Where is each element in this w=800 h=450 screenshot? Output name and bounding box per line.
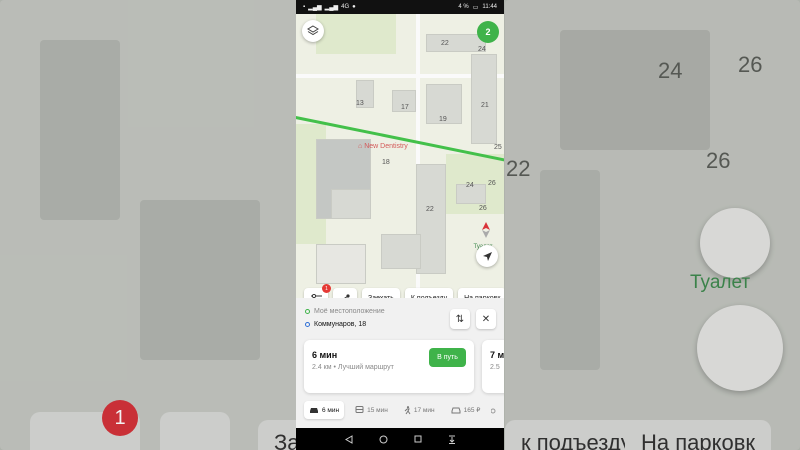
mode-car[interactable]: 6 мин (304, 401, 345, 419)
mode-bike[interactable] (491, 401, 499, 419)
car-icon (310, 407, 318, 413)
house-number: 13 (356, 100, 364, 107)
phone-screen: ▪ ▂▄▆ ▂▄▆ 4G ● 4 % ▭ 11:44 22 24 13 17 1… (296, 0, 504, 450)
notification-icon: ▪ (303, 4, 306, 10)
stop-chip[interactable]: Заехать (362, 288, 400, 298)
locate-button[interactable] (476, 245, 498, 267)
recents-icon[interactable] (414, 435, 422, 443)
route-panel: Моё местоположение Коммунаров, 18 ⇅ ✕ 6 … (296, 298, 504, 428)
status-bar: ▪ ▂▄▆ ▂▄▆ 4G ● 4 % ▭ 11:44 (296, 0, 504, 14)
house-number: 26 (488, 180, 496, 187)
from-label: Моё местоположение (314, 308, 385, 315)
notification-pull-icon[interactable] (448, 435, 456, 444)
house-number: 26 (479, 205, 487, 212)
swap-button[interactable]: ⇅ (450, 309, 470, 329)
bus-icon (355, 406, 364, 413)
origin-dot-icon (305, 309, 310, 314)
route-options-chips: 1 Заехать К подъезду На парковк (304, 284, 504, 298)
back-icon[interactable] (344, 434, 353, 444)
close-button[interactable]: ✕ (476, 309, 496, 329)
android-navbar (296, 428, 504, 450)
route-time: 6 мин (312, 350, 338, 360)
location-icon: ● (352, 4, 356, 10)
mode-walk[interactable]: 17 мин (399, 401, 440, 419)
signal-icon: ▂▄▆ (308, 4, 322, 11)
parking-chip[interactable]: На парковк (458, 288, 504, 298)
entrance-chip[interactable]: К подъезду (404, 288, 454, 298)
layers-icon (307, 25, 319, 36)
close-icon: ✕ (481, 313, 491, 325)
route-subtitle-alt: 2.5 (490, 364, 500, 371)
filter-badge: 1 (322, 284, 331, 293)
mode-bus[interactable]: 15 мин (350, 401, 393, 419)
destination-dot-icon (305, 322, 310, 327)
house-number: 22 (426, 206, 434, 213)
mode-taxi[interactable]: 165 ₽ (446, 401, 486, 419)
bike-icon (491, 408, 496, 414)
battery-icon: ▭ (472, 4, 479, 11)
notification-badge[interactable]: 2 (477, 21, 499, 43)
route-time-alt: 7 м (490, 350, 504, 360)
house-number: 24 (466, 182, 474, 189)
route-subtitle: 2.4 км • Лучший маршрут (312, 364, 394, 371)
go-button[interactable]: В путь (429, 348, 466, 367)
to-label: Коммунаров, 18 (314, 321, 367, 328)
house-number: 19 (439, 116, 447, 123)
swap-icon: ⇅ (455, 313, 465, 325)
compass-icon (482, 222, 490, 238)
house-number: 17 (401, 104, 409, 111)
route-card-alt[interactable]: 7 м 2.5 (482, 340, 504, 393)
navigation-arrow-icon (482, 251, 492, 261)
map-view[interactable]: 22 24 13 17 19 21 25 18 24 26 22 26 ⌂ Ne… (296, 14, 504, 298)
house-number: 21 (481, 102, 489, 109)
battery-percent: 4 % (458, 4, 469, 10)
transport-modes: 6 мин 15 мин 17 мин 165 ₽ (296, 399, 504, 421)
clock: 11:44 (482, 4, 497, 10)
share-button[interactable] (333, 288, 357, 298)
house-number: 25 (494, 144, 502, 151)
tooth-icon: ⌂ (358, 143, 363, 150)
house-number: 18 (382, 159, 390, 166)
signal-icon-2: ▂▄▆ (324, 4, 339, 11)
poi-new-dentistry[interactable]: ⌂ New Dentistry (358, 143, 408, 150)
to-row[interactable]: Коммунаров, 18 (305, 321, 366, 328)
layers-button[interactable] (302, 20, 324, 42)
filter-button[interactable]: 1 (304, 284, 331, 298)
home-icon[interactable] (379, 435, 388, 444)
from-row[interactable]: Моё местоположение (305, 308, 385, 315)
network-label: 4G (341, 4, 350, 10)
walk-icon (404, 405, 411, 414)
route-card-best[interactable]: 6 мин 2.4 км • Лучший маршрут В путь (304, 340, 474, 393)
taxi-icon (451, 407, 461, 413)
house-number: 22 (441, 40, 449, 47)
house-number: 24 (478, 46, 486, 53)
